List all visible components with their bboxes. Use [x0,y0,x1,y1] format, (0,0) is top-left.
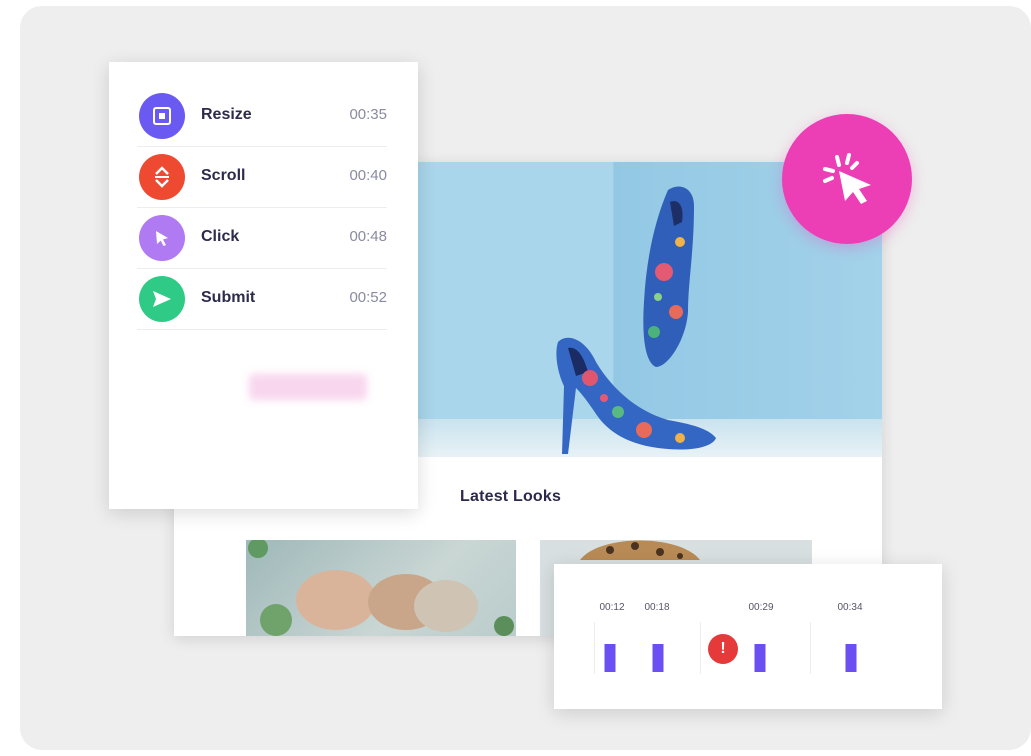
event-row-submit[interactable]: Submit 00:52 [137,269,387,330]
event-label: Submit [201,289,256,306]
pointer-icon [139,215,185,261]
scroll-icon [139,154,185,200]
event-row-click[interactable]: Click 00:48 [137,208,387,269]
event-row-scroll[interactable]: Scroll 00:40 [137,147,387,208]
event-list-panel: Resize 00:35 Scroll 00:40 Click 00:48 Su… [109,62,418,509]
resize-icon [139,93,185,139]
timeline-divider [594,622,595,674]
event-time: 00:40 [349,167,387,184]
timeline-event-marker[interactable] [754,644,766,672]
send-icon [139,276,185,322]
product-thumbnail[interactable] [246,540,516,636]
event-label: Resize [201,106,252,123]
timeline-time: 00:18 [644,602,670,613]
timeline-event-marker[interactable] [845,644,857,672]
timeline-divider [700,622,701,674]
error-marker-icon[interactable]: ! [708,634,738,664]
timeline-time: 00:34 [837,602,863,613]
event-time: 00:52 [349,289,387,306]
timeline-event-marker[interactable] [604,644,616,672]
click-indicator-badge [782,114,912,244]
timeline-event-marker[interactable] [652,644,664,672]
background-stage: Latest Looks Resize 00:35 Scroll 00:40 C… [20,6,1031,750]
click-cursor-icon [823,153,871,204]
section-title: Latest Looks [460,488,562,505]
sandals-illustration [248,540,514,636]
timeline-time: 00:29 [748,602,774,613]
event-time: 00:35 [349,106,387,123]
event-label: Scroll [201,167,246,184]
timeline-time: 00:12 [599,602,625,613]
event-label: Click [201,228,240,245]
session-timeline-panel: 00:12 00:18 00:29 00:34 ! [554,564,942,709]
event-row-resize[interactable]: Resize 00:35 [137,86,387,147]
event-time: 00:48 [349,228,387,245]
blurred-button [249,374,367,400]
timeline-divider [810,622,811,674]
